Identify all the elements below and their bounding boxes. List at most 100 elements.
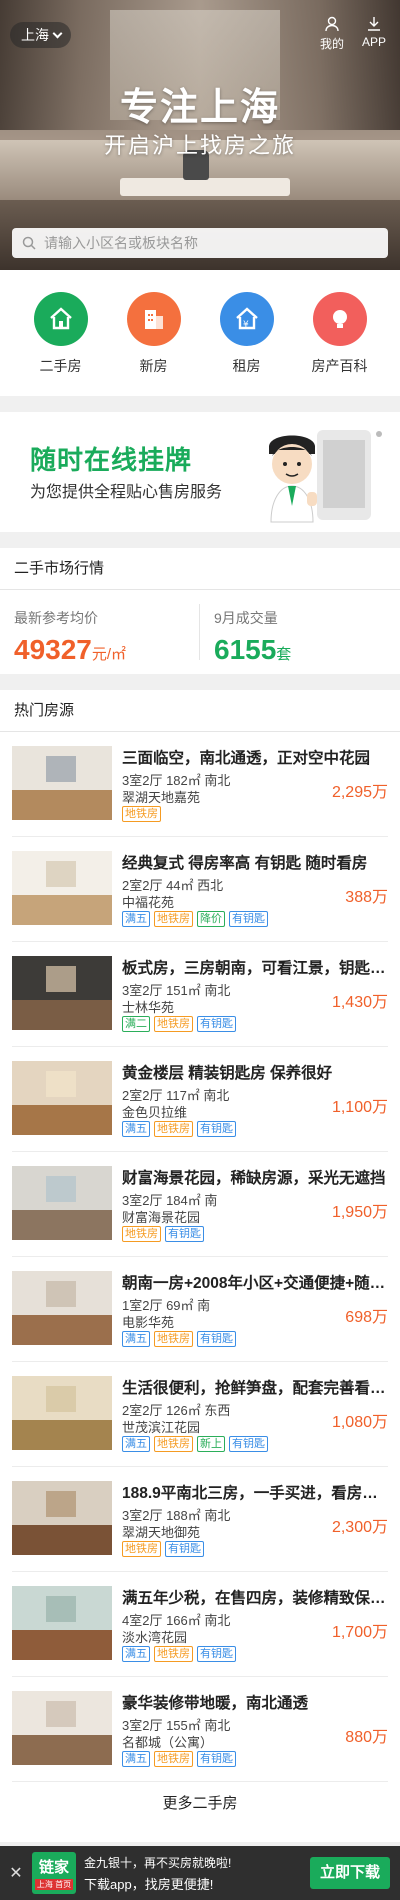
- mine-label: 我的: [319, 37, 344, 51]
- listing-row[interactable]: 豪华装修带地暖，南北通透 3室2厅 155㎡ 南北 名都城（公寓） 满五 地铁房 有钥匙 8…: [12, 1677, 388, 1782]
- listing-row[interactable]: 财富海景花园，稀缺房源，采光无遮挡 3室2厅 184㎡ 南财富海景花园 地铁房 有钥匙…: [12, 1152, 388, 1257]
- listing-tags: 满五 地铁房 有钥匙: [122, 1751, 236, 1767]
- city-selector[interactable]: 上海: [10, 22, 71, 48]
- avg-price-label: 最新参考均价: [14, 610, 98, 626]
- house-icon: [33, 292, 88, 346]
- app-link[interactable]: APP: [356, 16, 392, 49]
- listing-title: 黄金楼层 精装钥匙房 保养很好: [122, 1065, 333, 1082]
- nav-item-rent[interactable]: ¥ 租房: [207, 292, 287, 396]
- listing-price: 1,100万: [331, 1099, 388, 1116]
- listing-tag: 地铁房: [122, 1226, 161, 1242]
- listing-tag: 地铁房: [154, 1436, 193, 1452]
- listing-list: 三面临空，南北通透，正对空中花园 3室2厅 182㎡ 南北 翠湖天地嘉苑 地铁房 2,2…: [0, 732, 400, 1782]
- banner-title: 随时在线挂牌: [30, 445, 193, 475]
- listing-community: 金色贝拉维: [122, 1105, 188, 1120]
- listing-title: 财富海景花园，稀缺房源，采光无遮挡: [122, 1170, 386, 1187]
- svg-text:¥: ¥: [243, 320, 249, 330]
- avg-price-number: 49327: [14, 634, 92, 665]
- listing-tag: 满五: [122, 1646, 150, 1662]
- listing-tag: 新上: [197, 1436, 225, 1452]
- listing-row[interactable]: 经典复式 得房率高 有钥匙 随时看房 2室2厅 44㎡ 西北 中福花苑 满五 地铁房 降价…: [12, 837, 388, 942]
- listing-tag: 满五: [122, 1751, 150, 1767]
- listing-photo: [12, 1271, 112, 1345]
- listing-tags: 满二 地铁房 有钥匙: [122, 1016, 236, 1032]
- category-nav: 二手房 新房 ¥ 租房 房产百科: [0, 270, 400, 396]
- listing-promo-banner[interactable]: 随时在线挂牌 为您提供全程贴心售房服务: [0, 412, 400, 532]
- listing-tag: 有钥匙: [197, 1751, 236, 1767]
- listing-title: 朝南一房+2008年小区+交通便捷+随时看: [122, 1275, 388, 1292]
- nav-label: 新房: [139, 358, 168, 374]
- listing-tag: 满二: [122, 1016, 150, 1032]
- volume-label: 9月成交量: [214, 610, 278, 626]
- listing-tag: 地铁房: [154, 1121, 193, 1137]
- listing-tag: 满五: [122, 1436, 150, 1452]
- listing-tag: 有钥匙: [165, 1541, 204, 1557]
- logo-text: 链家: [38, 1859, 69, 1876]
- avg-price-stat: 最新参考均价 49327元/㎡: [14, 608, 126, 666]
- listing-title: 经典复式 得房率高 有钥匙 随时看房: [122, 855, 368, 872]
- user-icon: [325, 16, 339, 32]
- listing-tags: 满五 地铁房 有钥匙: [122, 1121, 236, 1137]
- volume-number: 6155: [214, 634, 277, 665]
- bulb-icon: [312, 292, 367, 346]
- search-input[interactable]: [44, 235, 364, 251]
- listing-price: 880万: [345, 1729, 388, 1746]
- nav-item-wiki[interactable]: 房产百科: [300, 292, 380, 396]
- search-bar[interactable]: [12, 228, 388, 258]
- volume-stat: 9月成交量 6155套: [214, 608, 291, 666]
- listing-price: 698万: [345, 1309, 388, 1326]
- listing-photo: [12, 1481, 112, 1555]
- listing-tag: 有钥匙: [229, 1436, 268, 1452]
- listing-price: 388万: [345, 889, 388, 906]
- listing-price: 2,300万: [331, 1519, 388, 1536]
- listing-photo: [12, 1061, 112, 1135]
- listing-price: 1,430万: [331, 994, 388, 1011]
- listing-tags: 地铁房 有钥匙: [122, 1541, 204, 1557]
- listing-community: 世茂滨江花园: [122, 1420, 201, 1435]
- listing-title: 满五年少税，在售四房，装修精致保养好: [122, 1590, 388, 1607]
- promo-line-1: 金九银十，再不买房就晚啦!: [84, 1855, 232, 1870]
- more-listings-link[interactable]: 更多二手房: [0, 1782, 400, 1826]
- listing-community: 翠湖天地嘉苑: [122, 790, 201, 805]
- listing-tag: 有钥匙: [165, 1226, 204, 1242]
- listing-tag: 降价: [197, 911, 225, 927]
- listing-price: 2,295万: [331, 784, 388, 801]
- listing-photo: [12, 1586, 112, 1660]
- hero-title: 专注上海: [119, 87, 280, 129]
- listing-row[interactable]: 三面临空，南北通透，正对空中花园 3室2厅 182㎡ 南北 翠湖天地嘉苑 地铁房 2,2…: [12, 732, 388, 837]
- app-label: APP: [361, 35, 386, 49]
- listing-price: 1,080万: [331, 1414, 388, 1431]
- download-button[interactable]: 立即下载: [309, 1857, 390, 1889]
- listing-tag: 有钥匙: [197, 1016, 236, 1032]
- market-heading: 二手市场行情: [0, 548, 400, 590]
- listing-tags: 满五 地铁房 有钥匙: [122, 1646, 236, 1662]
- city-label: 上海: [21, 27, 49, 43]
- listing-tag: 地铁房: [154, 1646, 193, 1662]
- listing-tags: 满五 地铁房 有钥匙: [122, 1331, 236, 1347]
- listing-row[interactable]: 朝南一房+2008年小区+交通便捷+随时看 1室2厅 69㎡ 南电影华苑 满五 地铁房…: [12, 1257, 388, 1362]
- mine-link[interactable]: 我的: [314, 16, 350, 52]
- listing-tags: 地铁房 有钥匙: [122, 1226, 204, 1242]
- hero-banner: 上海 我的 APP 专注上海 开启沪上找房之旅: [0, 0, 400, 270]
- listing-tags: 地铁房: [122, 806, 161, 822]
- listing-tag: 满五: [122, 1331, 150, 1347]
- listing-tag: 满五: [122, 1121, 150, 1137]
- listing-tag: 地铁房: [154, 1016, 193, 1032]
- listing-photo: [12, 956, 112, 1030]
- nav-item-second-hand[interactable]: 二手房: [21, 292, 101, 396]
- listing-tag: 地铁房: [154, 1331, 193, 1347]
- promo-line-2: 下载app，找房更便捷!: [84, 1876, 214, 1892]
- listing-row[interactable]: 满五年少税，在售四房，装修精致保养好 4室2厅 166㎡ 南北 淡水湾花园 满五 地铁房…: [12, 1572, 388, 1677]
- listing-row[interactable]: 黄金楼层 精装钥匙房 保养很好 2室2厅 117㎡ 南北 金色贝拉维 满五 地铁房 有钥匙…: [12, 1047, 388, 1152]
- listing-row[interactable]: 生活很便利，抢鲜笋盘，配套完善看房方便 2室2厅 126㎡ 东西 世茂滨江花园 满五地…: [12, 1362, 388, 1467]
- listing-row[interactable]: 188.9平南北三房，一手买进，看房方便 3室2厅 188㎡ 南北 翠湖天地御苑 地铁…: [12, 1467, 388, 1572]
- listing-title: 豪华装修带地暖，南北通透: [122, 1695, 309, 1712]
- hero-subtitle: 开启沪上找房之旅: [103, 133, 296, 158]
- listing-row[interactable]: 板式房，三房朝南，可看江景，钥匙在手 3室2厅 151㎡ 南北 士林华苑 满二 地铁房有…: [12, 942, 388, 1047]
- nav-item-new-house[interactable]: 新房: [114, 292, 194, 396]
- close-icon[interactable]: ✕: [4, 1863, 28, 1883]
- listing-photo: [12, 1166, 112, 1240]
- app-download-bar: ✕ 链家 上海 首页 金九银十，再不买房就晚啦! 下载app，找房更便捷! 立即…: [0, 1846, 400, 1900]
- promo-text: 金九银十，再不买房就晚啦! 下载app，找房更便捷!: [84, 1854, 231, 1893]
- listing-community: 士林华苑: [122, 1000, 175, 1015]
